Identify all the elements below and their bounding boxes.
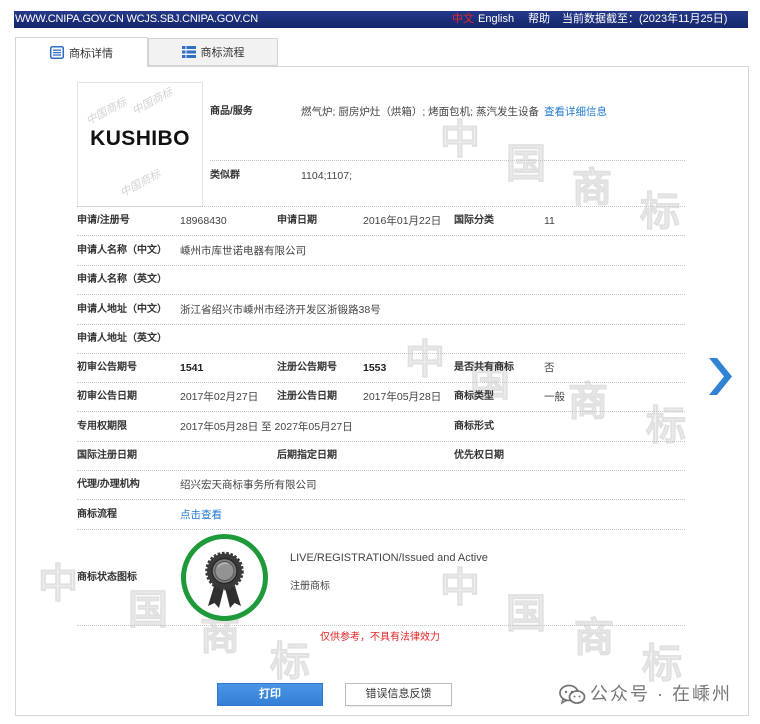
goods-label: 商品/服务 — [210, 106, 253, 117]
language-chinese-link[interactable]: 中文 — [452, 11, 474, 28]
field-label: 初审公告期号 — [77, 362, 137, 373]
mark-type-value: 一般 — [544, 391, 565, 403]
chevron-right-icon[interactable] — [709, 358, 732, 395]
logo-watermark: 中国商标 — [130, 86, 175, 118]
trademark-logo-text: KUSHIBO — [90, 127, 190, 150]
help-link[interactable]: 帮助 — [528, 11, 550, 28]
detail-row: 代理/办理机构 绍兴宏天商标事务所有限公司 — [77, 471, 685, 500]
shared-mark-value: 否 — [544, 362, 555, 374]
detail-row: 申请人名称（中文） 嵊州市库世诺电器有限公司 — [77, 237, 685, 266]
field-label: 申请/注册号 — [77, 215, 130, 226]
detail-row: 申请人地址（英文） — [77, 325, 685, 354]
applicant-name-cn: 嵊州市库世诺电器有限公司 — [180, 245, 306, 257]
registration-issue-number: 1553 — [363, 362, 387, 374]
site-url: WWW.CNIPA.GOV.CN WCJS.SBJ.CNIPA.GOV.CN — [15, 13, 258, 25]
top-bar: WWW.CNIPA.GOV.CN WCJS.SBJ.CNIPA.GOV.CN 中… — [14, 11, 748, 28]
list-icon — [181, 46, 196, 58]
detail-row: 初审公告日期 2017年02月27日 注册公告日期 2017年05月28日 商标… — [77, 383, 685, 412]
field-label: 注册公告期号 — [277, 362, 337, 373]
goods-value: 燃气炉; 厨房炉灶（烘箱）; 烤面包机; 蒸汽发生设备 — [301, 106, 540, 118]
exclusive-right-term: 2017年05月28日 至 2027年05月27日 — [180, 421, 353, 433]
similar-group-value: 1104;1107; — [301, 170, 352, 182]
tab-trademark-details[interactable]: 商标详情 — [15, 37, 148, 67]
disclaimer-text: 仅供参考，不具有法律效力 — [320, 632, 440, 643]
trademark-detail-page: WWW.CNIPA.GOV.CN WCJS.SBJ.CNIPA.GOV.CN 中… — [0, 0, 760, 724]
registration-issue-date: 2017年05月28日 — [363, 391, 442, 403]
field-label: 申请人名称（英文） — [77, 274, 167, 285]
tab-label: 商标详情 — [69, 47, 113, 60]
wechat-account-text: 公众号 · 在嵊州 — [590, 684, 732, 704]
status-row: 商标状态图标 — [77, 529, 685, 626]
field-label: 后期指定日期 — [277, 450, 337, 461]
field-label: 优先权日期 — [454, 450, 504, 461]
divider — [210, 160, 685, 161]
field-label: 商标类型 — [454, 391, 494, 402]
preliminary-issue-number: 1541 — [180, 362, 204, 374]
field-label: 申请人地址（中文） — [77, 304, 167, 315]
detail-row: 商标流程 点击查看 — [77, 501, 685, 530]
trademark-image: 中国商标 中国商标 中国商标 KUSHIBO — [77, 82, 203, 207]
status-text-en: LIVE/REGISTRATION/Issued and Active — [290, 552, 488, 564]
field-label: 是否共有商标 — [454, 362, 514, 373]
field-label: 专用权期限 — [77, 421, 127, 432]
similar-group-label: 类似群 — [210, 170, 240, 181]
field-label: 国际分类 — [454, 215, 494, 226]
print-button[interactable]: 打印 — [217, 683, 323, 706]
field-label: 商标状态图标 — [77, 572, 137, 583]
registration-number: 18968430 — [180, 215, 227, 227]
field-label: 注册公告日期 — [277, 391, 337, 402]
detail-row: 申请/注册号 18968430 申请日期 2016年01月22日 国际分类 11 — [77, 207, 685, 236]
view-details-link[interactable]: 查看详细信息 — [544, 98, 607, 126]
preliminary-issue-date: 2017年02月27日 — [180, 391, 259, 403]
tab-trademark-process[interactable]: 商标流程 — [148, 38, 278, 66]
logo-watermark: 中国商标 — [118, 168, 163, 200]
detail-row: 申请人名称（英文） — [77, 266, 685, 295]
field-label: 申请人名称（中文） — [77, 245, 167, 256]
error-feedback-button[interactable]: 错误信息反馈 — [345, 683, 452, 706]
detail-row: 申请人地址（中文） 浙江省绍兴市嵊州市经济开发区浙锻路38号 — [77, 296, 685, 325]
tab-label: 商标流程 — [200, 47, 245, 59]
language-english-link[interactable]: English — [478, 11, 514, 28]
field-label: 申请日期 — [277, 215, 317, 226]
field-label: 商标形式 — [454, 421, 494, 432]
agent-name: 绍兴宏天商标事务所有限公司 — [180, 479, 317, 491]
field-label: 商标流程 — [77, 509, 117, 520]
data-as-of-text: 当前数据截至：(2023年11月25日) — [562, 13, 728, 25]
application-date: 2016年01月22日 — [363, 215, 442, 227]
detail-row: 专用权期限 2017年05月28日 至 2027年05月27日 商标形式 — [77, 413, 685, 442]
document-icon — [50, 46, 64, 59]
field-label: 初审公告日期 — [77, 391, 137, 402]
detail-row: 初审公告期号 1541 注册公告期号 1553 是否共有商标 否 — [77, 354, 685, 383]
status-text-cn: 注册商标 — [290, 581, 330, 592]
wechat-icon — [559, 684, 586, 705]
detail-row: 国际注册日期 后期指定日期 优先权日期 — [77, 442, 685, 471]
field-label: 国际注册日期 — [77, 450, 137, 461]
field-label: 申请人地址（英文） — [77, 333, 167, 344]
applicant-address-cn: 浙江省绍兴市嵊州市经济开发区浙锻路38号 — [180, 304, 381, 316]
registered-badge-icon — [181, 534, 268, 621]
international-class: 11 — [544, 215, 555, 227]
logo-watermark: 中国商标 — [84, 96, 129, 128]
field-label: 代理/办理机构 — [77, 479, 140, 490]
view-process-link[interactable]: 点击查看 — [180, 501, 222, 529]
